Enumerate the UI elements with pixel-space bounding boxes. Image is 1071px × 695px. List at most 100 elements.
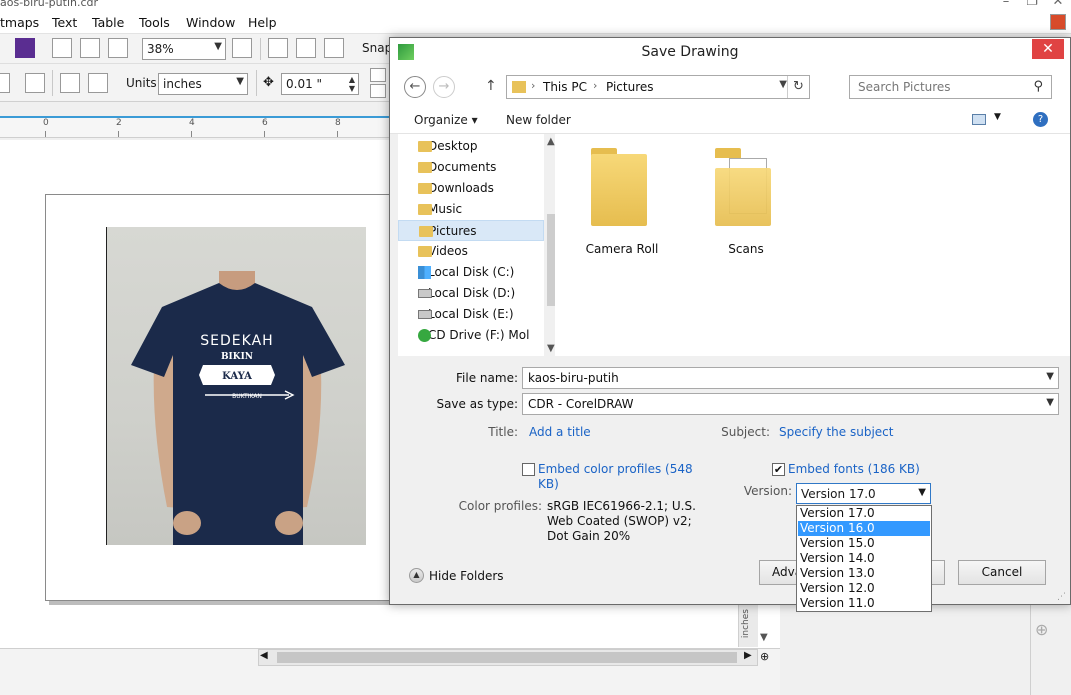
version-option-12[interactable]: Version 12.0 (798, 581, 930, 596)
minimize-icon[interactable]: – (998, 0, 1014, 9)
tree-item-downloads[interactable]: Downloads (398, 178, 544, 199)
chevron-down-icon[interactable]: ▼ (1046, 397, 1054, 408)
back-button[interactable]: ← (404, 76, 426, 98)
duplicate-distance-icon[interactable] (370, 68, 386, 82)
scroll-down-icon[interactable]: ▼ (547, 343, 555, 354)
tshirt-text-line4: BUKTIKAN (232, 393, 262, 400)
app-title: aos-biru-putih.cdr (0, 0, 99, 9)
horizontal-scrollbar[interactable] (258, 649, 758, 666)
version-option-14[interactable]: Version 14.0 (798, 551, 930, 566)
navigation-tree: Desktop Documents Downloads Music Pictur… (398, 134, 561, 356)
resize-grip-icon[interactable]: ⋰ (1057, 592, 1066, 602)
refresh-icon[interactable]: ↻ (787, 76, 809, 98)
tree-item-videos[interactable]: Videos (398, 241, 544, 262)
hide-folders-button[interactable]: Hide Folders (429, 569, 504, 583)
new-folder-button[interactable]: New folder (506, 113, 571, 127)
tree-item-local-disk-e[interactable]: Local Disk (E:) (398, 304, 544, 325)
breadcrumb-this-pc[interactable]: This PC (543, 80, 587, 94)
all-pages-icon[interactable] (60, 73, 80, 93)
view-icon[interactable] (296, 38, 316, 58)
scrollbar-thumb[interactable] (277, 652, 737, 663)
save-as-type-select[interactable]: CDR - CorelDRAW ▼ (522, 393, 1059, 415)
chevron-down-icon[interactable]: ▼ (994, 112, 1001, 122)
spinner-icon[interactable]: ▲ ▼ (349, 75, 355, 93)
address-bar[interactable]: › This PC › Pictures ▼ ↻ (506, 75, 810, 99)
cancel-button[interactable]: Cancel (958, 560, 1046, 585)
menu-help[interactable]: Help (248, 15, 277, 30)
menu-bar: tmaps Text Table Tools Window Help (0, 12, 1071, 34)
grid-icon[interactable] (324, 38, 344, 58)
chevron-down-icon: ▼ (214, 41, 222, 52)
tshirt-photo[interactable]: SEDEKAH BIKIN KAYA BUKTIKAN (106, 227, 366, 545)
user-icon[interactable] (1050, 14, 1066, 30)
drive-icon (418, 289, 432, 298)
embed-color-profiles-label-cont[interactable]: KB) (538, 477, 559, 491)
add-title-link[interactable]: Add a title (529, 425, 591, 439)
organize-button[interactable]: Organize ▾ (414, 113, 478, 127)
nudge-input[interactable]: 0.01 " ▲ ▼ (281, 73, 359, 95)
embed-fonts-checkbox[interactable]: ✔ (772, 463, 785, 476)
embed-color-profiles-checkbox[interactable] (522, 463, 535, 476)
restore-icon[interactable]: ❐ (1024, 0, 1040, 9)
folder-camera-roll[interactable]: Camera Roll (567, 144, 677, 264)
version-option-15[interactable]: Version 15.0 (798, 536, 930, 551)
current-page-icon[interactable] (88, 73, 108, 93)
close-icon[interactable]: ✕ (1050, 0, 1066, 9)
tree-item-local-disk-d[interactable]: Local Disk (D:) (398, 283, 544, 304)
version-option-16[interactable]: Version 16.0 (798, 521, 930, 536)
tree-item-music[interactable]: Music (398, 199, 544, 220)
up-arrow-icon[interactable]: ↑ (485, 78, 497, 94)
hide-folders-icon[interactable]: ▲ (409, 568, 424, 583)
landscape-icon[interactable] (25, 73, 45, 93)
search-input[interactable]: Search Pictures ⚲ (849, 75, 1052, 99)
menu-tools[interactable]: Tools (139, 15, 170, 30)
version-option-17[interactable]: Version 17.0 (798, 506, 930, 521)
add-palette-icon[interactable]: ⊕ (1035, 620, 1048, 639)
scroll-left-icon[interactable]: ◀ (260, 650, 268, 661)
export-icon[interactable] (80, 38, 100, 58)
view-options-icon[interactable] (972, 114, 986, 125)
menu-text[interactable]: Text (52, 15, 77, 30)
forward-button[interactable]: → (433, 76, 455, 98)
menu-table[interactable]: Table (92, 15, 124, 30)
menu-window[interactable]: Window (186, 15, 235, 30)
tree-item-pictures[interactable]: Pictures (398, 220, 544, 241)
specify-subject-link[interactable]: Specify the subject (779, 425, 893, 439)
corel-logo-icon[interactable] (15, 38, 35, 58)
units-combo[interactable]: inches ▼ (158, 73, 248, 95)
file-name-input[interactable]: kaos-biru-putih ▼ (522, 367, 1059, 389)
version-option-13[interactable]: Version 13.0 (798, 566, 930, 581)
menu-bitmaps[interactable]: tmaps (0, 15, 39, 30)
tree-item-cd-drive-f[interactable]: CD Drive (F:) Mol (398, 325, 544, 346)
chevron-down-icon[interactable]: ▼ (779, 79, 787, 90)
scroll-right-icon[interactable]: ▶ (744, 650, 752, 661)
version-option-11[interactable]: Version 11.0 (798, 596, 930, 611)
screen: aos-biru-putih.cdr – ❐ ✕ tmaps Text Tabl… (0, 0, 1071, 695)
zoom-fit-icon[interactable] (232, 38, 252, 58)
publish-pdf-icon[interactable] (108, 38, 128, 58)
scroll-down-icon[interactable]: ▼ (760, 632, 768, 643)
import-icon[interactable] (52, 38, 72, 58)
subject-label: Subject: (721, 425, 770, 439)
embed-color-profiles-label[interactable]: Embed color profiles (548 (538, 462, 693, 476)
breadcrumb-separator-icon: › (531, 79, 536, 92)
ruler-mark (191, 131, 192, 137)
breadcrumb-pictures[interactable]: Pictures (606, 80, 654, 94)
zoom-combo[interactable]: 38% ▼ (142, 38, 226, 60)
folder-scans[interactable]: Scans (691, 144, 801, 264)
tree-item-local-disk-c[interactable]: Local Disk (C:) (398, 262, 544, 283)
rulers-icon[interactable] (268, 38, 288, 58)
version-select[interactable]: Version 17.0 ▼ (796, 483, 931, 504)
tree-item-documents[interactable]: Documents (398, 157, 544, 178)
scroll-up-icon[interactable]: ▲ (547, 136, 555, 147)
duplicate-distance-icon[interactable] (370, 84, 386, 98)
tree-item-desktop[interactable]: Desktop (398, 136, 544, 157)
portrait-icon[interactable] (0, 73, 10, 93)
chevron-down-icon[interactable]: ▼ (1046, 371, 1054, 382)
tree-item-label: Local Disk (C:) (428, 265, 515, 279)
help-icon[interactable]: ? (1033, 112, 1048, 127)
zoom-tool-icon[interactable]: ⊕ (760, 650, 769, 663)
embed-fonts-label[interactable]: Embed fonts (186 KB) (788, 462, 920, 476)
dialog-close-button[interactable]: ✕ (1032, 39, 1064, 59)
snap-to-label[interactable]: Snap (362, 41, 392, 55)
